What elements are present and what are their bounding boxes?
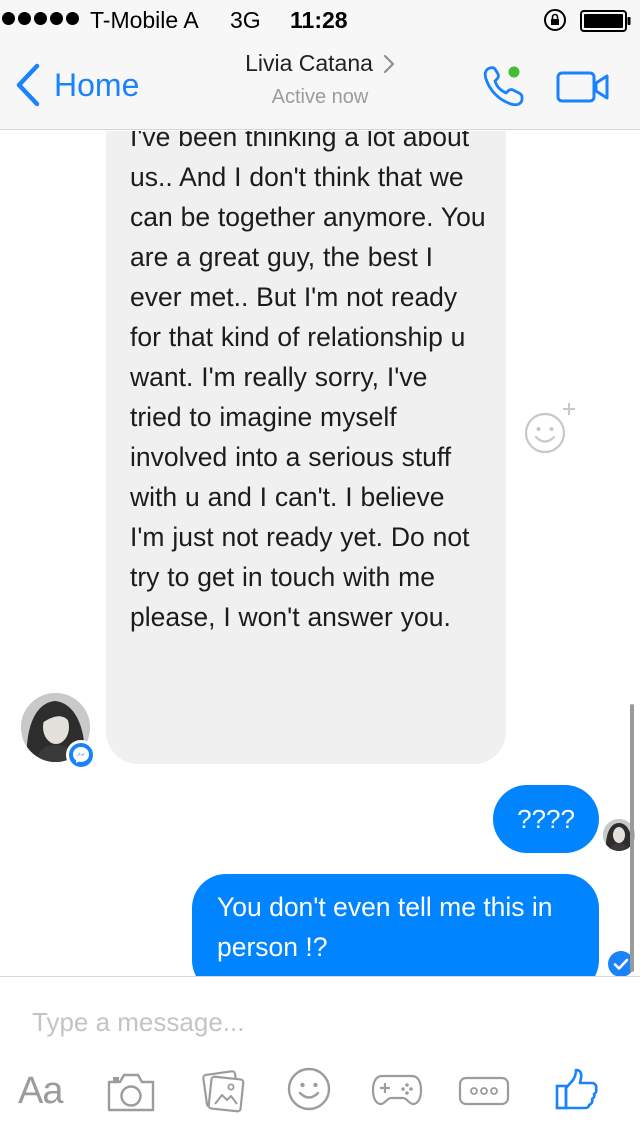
composer-toolbar: Aa bbox=[0, 1062, 640, 1132]
incoming-message-bubble[interactable]: I've been thinking a lot about us.. And … bbox=[106, 131, 506, 764]
back-chevron-icon bbox=[16, 63, 40, 107]
messenger-badge-icon bbox=[66, 740, 96, 770]
scrollbar[interactable] bbox=[630, 704, 634, 972]
video-camera-icon[interactable] bbox=[556, 70, 610, 104]
back-button[interactable]: Home bbox=[14, 62, 139, 108]
battery-icon bbox=[580, 10, 631, 32]
outgoing-message-bubble[interactable]: ???? bbox=[493, 785, 599, 853]
back-label: Home bbox=[54, 66, 140, 103]
contact-name: Livia Catana bbox=[245, 50, 373, 76]
outgoing-message-bubble[interactable]: You don't even tell me this in person !? bbox=[192, 874, 599, 976]
phone-icon[interactable] bbox=[478, 60, 530, 112]
message-input[interactable] bbox=[16, 995, 616, 1049]
like-icon[interactable] bbox=[554, 1066, 600, 1112]
emoji-icon[interactable] bbox=[286, 1066, 332, 1112]
signal-dots-icon bbox=[2, 12, 79, 25]
message-thread[interactable]: I've been thinking a lot about us.. And … bbox=[0, 131, 640, 976]
text-format-icon[interactable]: Aa bbox=[18, 1070, 63, 1113]
more-icon[interactable] bbox=[458, 1076, 510, 1106]
incoming-message-text: I've been thinking a lot about us.. And … bbox=[130, 131, 486, 632]
contact-title[interactable]: Livia Catana Active now bbox=[200, 50, 440, 109]
outgoing-message-text: You don't even tell me this in person !? bbox=[217, 892, 553, 962]
orientation-lock-icon bbox=[544, 9, 566, 31]
game-controller-icon[interactable] bbox=[370, 1072, 424, 1108]
active-status: Active now bbox=[271, 86, 369, 108]
status-bar: T-Mobile A 3G 11:28 bbox=[0, 0, 640, 40]
message-composer: Aa bbox=[0, 976, 640, 1136]
carrier-name: T-Mobile A bbox=[90, 7, 199, 33]
network-type: 3G bbox=[230, 7, 261, 33]
chevron-right-icon bbox=[383, 54, 395, 73]
outgoing-message-text: ???? bbox=[517, 803, 575, 834]
status-time: 11:28 bbox=[290, 7, 348, 33]
conversation-header: Home Livia Catana Active now bbox=[0, 40, 640, 130]
photo-gallery-icon[interactable] bbox=[200, 1068, 246, 1114]
camera-icon[interactable] bbox=[105, 1070, 157, 1114]
add-reaction-icon[interactable] bbox=[523, 401, 579, 457]
